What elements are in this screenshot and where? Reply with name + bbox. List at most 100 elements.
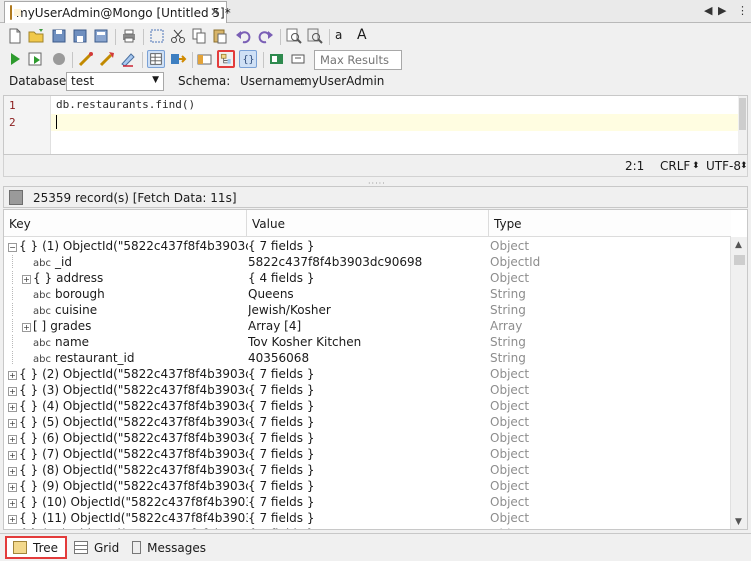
document-tab[interactable]: myUserAdmin@Mongo [Untitled 5]* ✕	[4, 1, 231, 23]
scroll-up-icon[interactable]: ▲	[735, 240, 742, 250]
column-header-value[interactable]: Value	[252, 217, 285, 231]
row-value-cell[interactable]: Tov Kosher Kitchen	[248, 335, 486, 349]
row-key-cell[interactable]: +{ }(6) ObjectId("5822c437f8f4b3903dc...	[8, 431, 248, 445]
save-all-icon[interactable]	[92, 27, 110, 45]
database-select[interactable]: test ▼	[66, 72, 164, 91]
code-line[interactable]: db.restaurants.find()	[51, 97, 741, 114]
save-as-icon[interactable]	[71, 27, 89, 45]
row-key-cell[interactable]: +{ }(7) ObjectId("5822c437f8f4b3903dc...	[8, 447, 248, 461]
row-key-cell[interactable]: abc borough	[8, 287, 248, 301]
results-tree[interactable]: Key Value Type −{ } (1) ObjectId("5822c43…	[3, 209, 748, 530]
row-value-cell[interactable]: Jewish/Kosher	[248, 303, 486, 317]
row-key-cell[interactable]: abc _id	[8, 255, 248, 269]
expand-icon[interactable]: +	[8, 483, 17, 492]
redo-icon[interactable]	[256, 27, 274, 45]
row-value-cell[interactable]: { 7 fields }	[248, 463, 486, 477]
row-value-cell[interactable]: 5822c437f8f4b3903dc90698	[248, 255, 486, 269]
table-row[interactable]: +{ } address{ 4 fields } Object	[4, 270, 731, 286]
close-tab-icon[interactable]: ✕	[210, 5, 220, 19]
row-value-cell[interactable]: 40356068	[248, 351, 486, 365]
scroll-thumb[interactable]	[734, 255, 745, 265]
export-icon[interactable]	[268, 50, 286, 68]
row-value-cell[interactable]: { 7 fields }	[248, 415, 486, 429]
column-header-type[interactable]: Type	[494, 217, 522, 231]
print-icon[interactable]	[120, 27, 138, 45]
expand-icon[interactable]: +	[8, 387, 17, 396]
expand-icon[interactable]: +	[8, 451, 17, 460]
row-key-cell[interactable]: abc restaurant_id	[8, 351, 248, 365]
find-replace-icon[interactable]	[306, 27, 324, 45]
code-line-current[interactable]	[51, 114, 741, 131]
expand-icon[interactable]: +	[8, 515, 17, 524]
expand-icon[interactable]: +	[8, 371, 17, 380]
undo-icon[interactable]	[235, 27, 253, 45]
expand-icon[interactable]: +	[22, 323, 31, 332]
table-row[interactable]: +{ } (10) ObjectId("5822c437f8f4b3903...{…	[4, 494, 731, 510]
row-value-cell[interactable]: { 7 fields }	[248, 367, 486, 381]
encoding[interactable]: UTF-8	[706, 159, 741, 173]
row-key-cell[interactable]: +{ }(8) ObjectId("5822c437f8f4b3903dc...	[8, 463, 248, 477]
expand-icon[interactable]: +	[8, 419, 17, 428]
record-count-icon[interactable]	[289, 50, 307, 68]
open-file-icon[interactable]	[27, 27, 45, 45]
row-value-cell[interactable]: { 4 fields }	[248, 271, 486, 285]
table-row[interactable]: +{ }(8) ObjectId("5822c437f8f4b3903dc...…	[4, 462, 731, 478]
table-row[interactable]: abc borough Queens String	[4, 286, 731, 302]
explain-icon[interactable]	[77, 50, 95, 68]
row-key-cell[interactable]: +{ } address	[8, 271, 248, 285]
tab-grid[interactable]: Grid	[68, 536, 128, 559]
table-row[interactable]: +{ }(2) ObjectId("5822c437f8f4b3903dc...…	[4, 366, 731, 382]
row-value-cell[interactable]: { 7 fields }	[248, 495, 486, 509]
row-value-cell[interactable]: { 7 fields }	[248, 527, 486, 529]
table-row[interactable]: +{ }(4) ObjectId("5822c437f8f4b3903dc...…	[4, 398, 731, 414]
line-ending[interactable]: CRLF	[660, 159, 690, 173]
row-key-cell[interactable]: +{ }(9) ObjectId("5822c437f8f4b3903dc...	[8, 479, 248, 493]
stop-icon[interactable]	[50, 50, 68, 68]
select-all-icon[interactable]	[148, 27, 166, 45]
tab-messages[interactable]: Messages	[126, 536, 212, 559]
max-results-input[interactable]	[314, 50, 402, 70]
table-row[interactable]: +{ }(3) ObjectId("5822c437f8f4b3903dc...…	[4, 382, 731, 398]
table-row[interactable]: abc _id 5822c437f8f4b3903dc90698 ObjectId	[4, 254, 731, 270]
row-key-cell[interactable]: +{ }(12) ObjectId("5822c437f8f4b3903...	[8, 527, 248, 529]
table-row[interactable]: +{ }(6) ObjectId("5822c437f8f4b3903dc...…	[4, 430, 731, 446]
row-key-cell[interactable]: abc cuisine	[8, 303, 248, 317]
table-row[interactable]: +{ }(5) ObjectId("5822c437f8f4b3903dc...…	[4, 414, 731, 430]
transaction-icon[interactable]	[169, 50, 187, 68]
new-file-icon[interactable]	[6, 27, 24, 45]
add-column-icon[interactable]	[196, 50, 214, 68]
table-row[interactable]: −{ }(1) ObjectId("5822c437f8f4b3903dc...…	[4, 238, 731, 254]
expand-icon[interactable]: +	[8, 435, 17, 444]
query-editor[interactable]: 1 2 db.restaurants.find()	[3, 95, 748, 155]
row-value-cell[interactable]: { 7 fields }	[248, 399, 486, 413]
find-icon[interactable]	[285, 27, 303, 45]
editor-scrollbar[interactable]	[738, 96, 747, 154]
table-row[interactable]: +{ }(12) ObjectId("5822c437f8f4b3903...{…	[4, 526, 731, 529]
row-key-cell[interactable]: +[ ] grades	[8, 319, 248, 333]
increase-font-icon[interactable]: A	[357, 27, 367, 43]
table-row[interactable]: abc cuisine Jewish/Kosher String	[4, 302, 731, 318]
cut-icon[interactable]	[169, 27, 187, 45]
tab-prev-icon[interactable]: ◀	[704, 4, 712, 17]
execute-selection-icon[interactable]	[27, 50, 45, 68]
row-key-cell[interactable]: +{ } (11) ObjectId("5822c437f8f4b3903...	[8, 511, 248, 525]
expand-icon[interactable]: +	[22, 275, 31, 284]
row-key-cell[interactable]: +{ }(5) ObjectId("5822c437f8f4b3903dc...	[8, 415, 248, 429]
table-row[interactable]: +{ }(7) ObjectId("5822c437f8f4b3903dc...…	[4, 446, 731, 462]
row-value-cell[interactable]: { 7 fields }	[248, 511, 486, 525]
table-row[interactable]: abc restaurant_id 40356068 String	[4, 350, 731, 366]
row-value-cell[interactable]: { 7 fields }	[248, 239, 486, 253]
clear-icon[interactable]	[119, 50, 137, 68]
row-value-cell[interactable]: { 7 fields }	[248, 447, 486, 461]
explain-plan-icon[interactable]	[98, 50, 116, 68]
paste-icon[interactable]	[211, 27, 229, 45]
row-key-cell[interactable]: +{ }(2) ObjectId("5822c437f8f4b3903dc...	[8, 367, 248, 381]
column-header-key[interactable]: Key	[9, 217, 31, 231]
table-row[interactable]: +[ ] grades Array [4] Array	[4, 318, 731, 334]
tab-menu-icon[interactable]: ⋮	[737, 4, 748, 17]
json-result-icon[interactable]: {}	[239, 50, 257, 68]
decrease-font-icon[interactable]: a	[335, 28, 342, 42]
row-value-cell[interactable]: { 7 fields }	[248, 479, 486, 493]
copy-icon[interactable]	[190, 27, 208, 45]
expand-icon[interactable]: +	[8, 467, 17, 476]
